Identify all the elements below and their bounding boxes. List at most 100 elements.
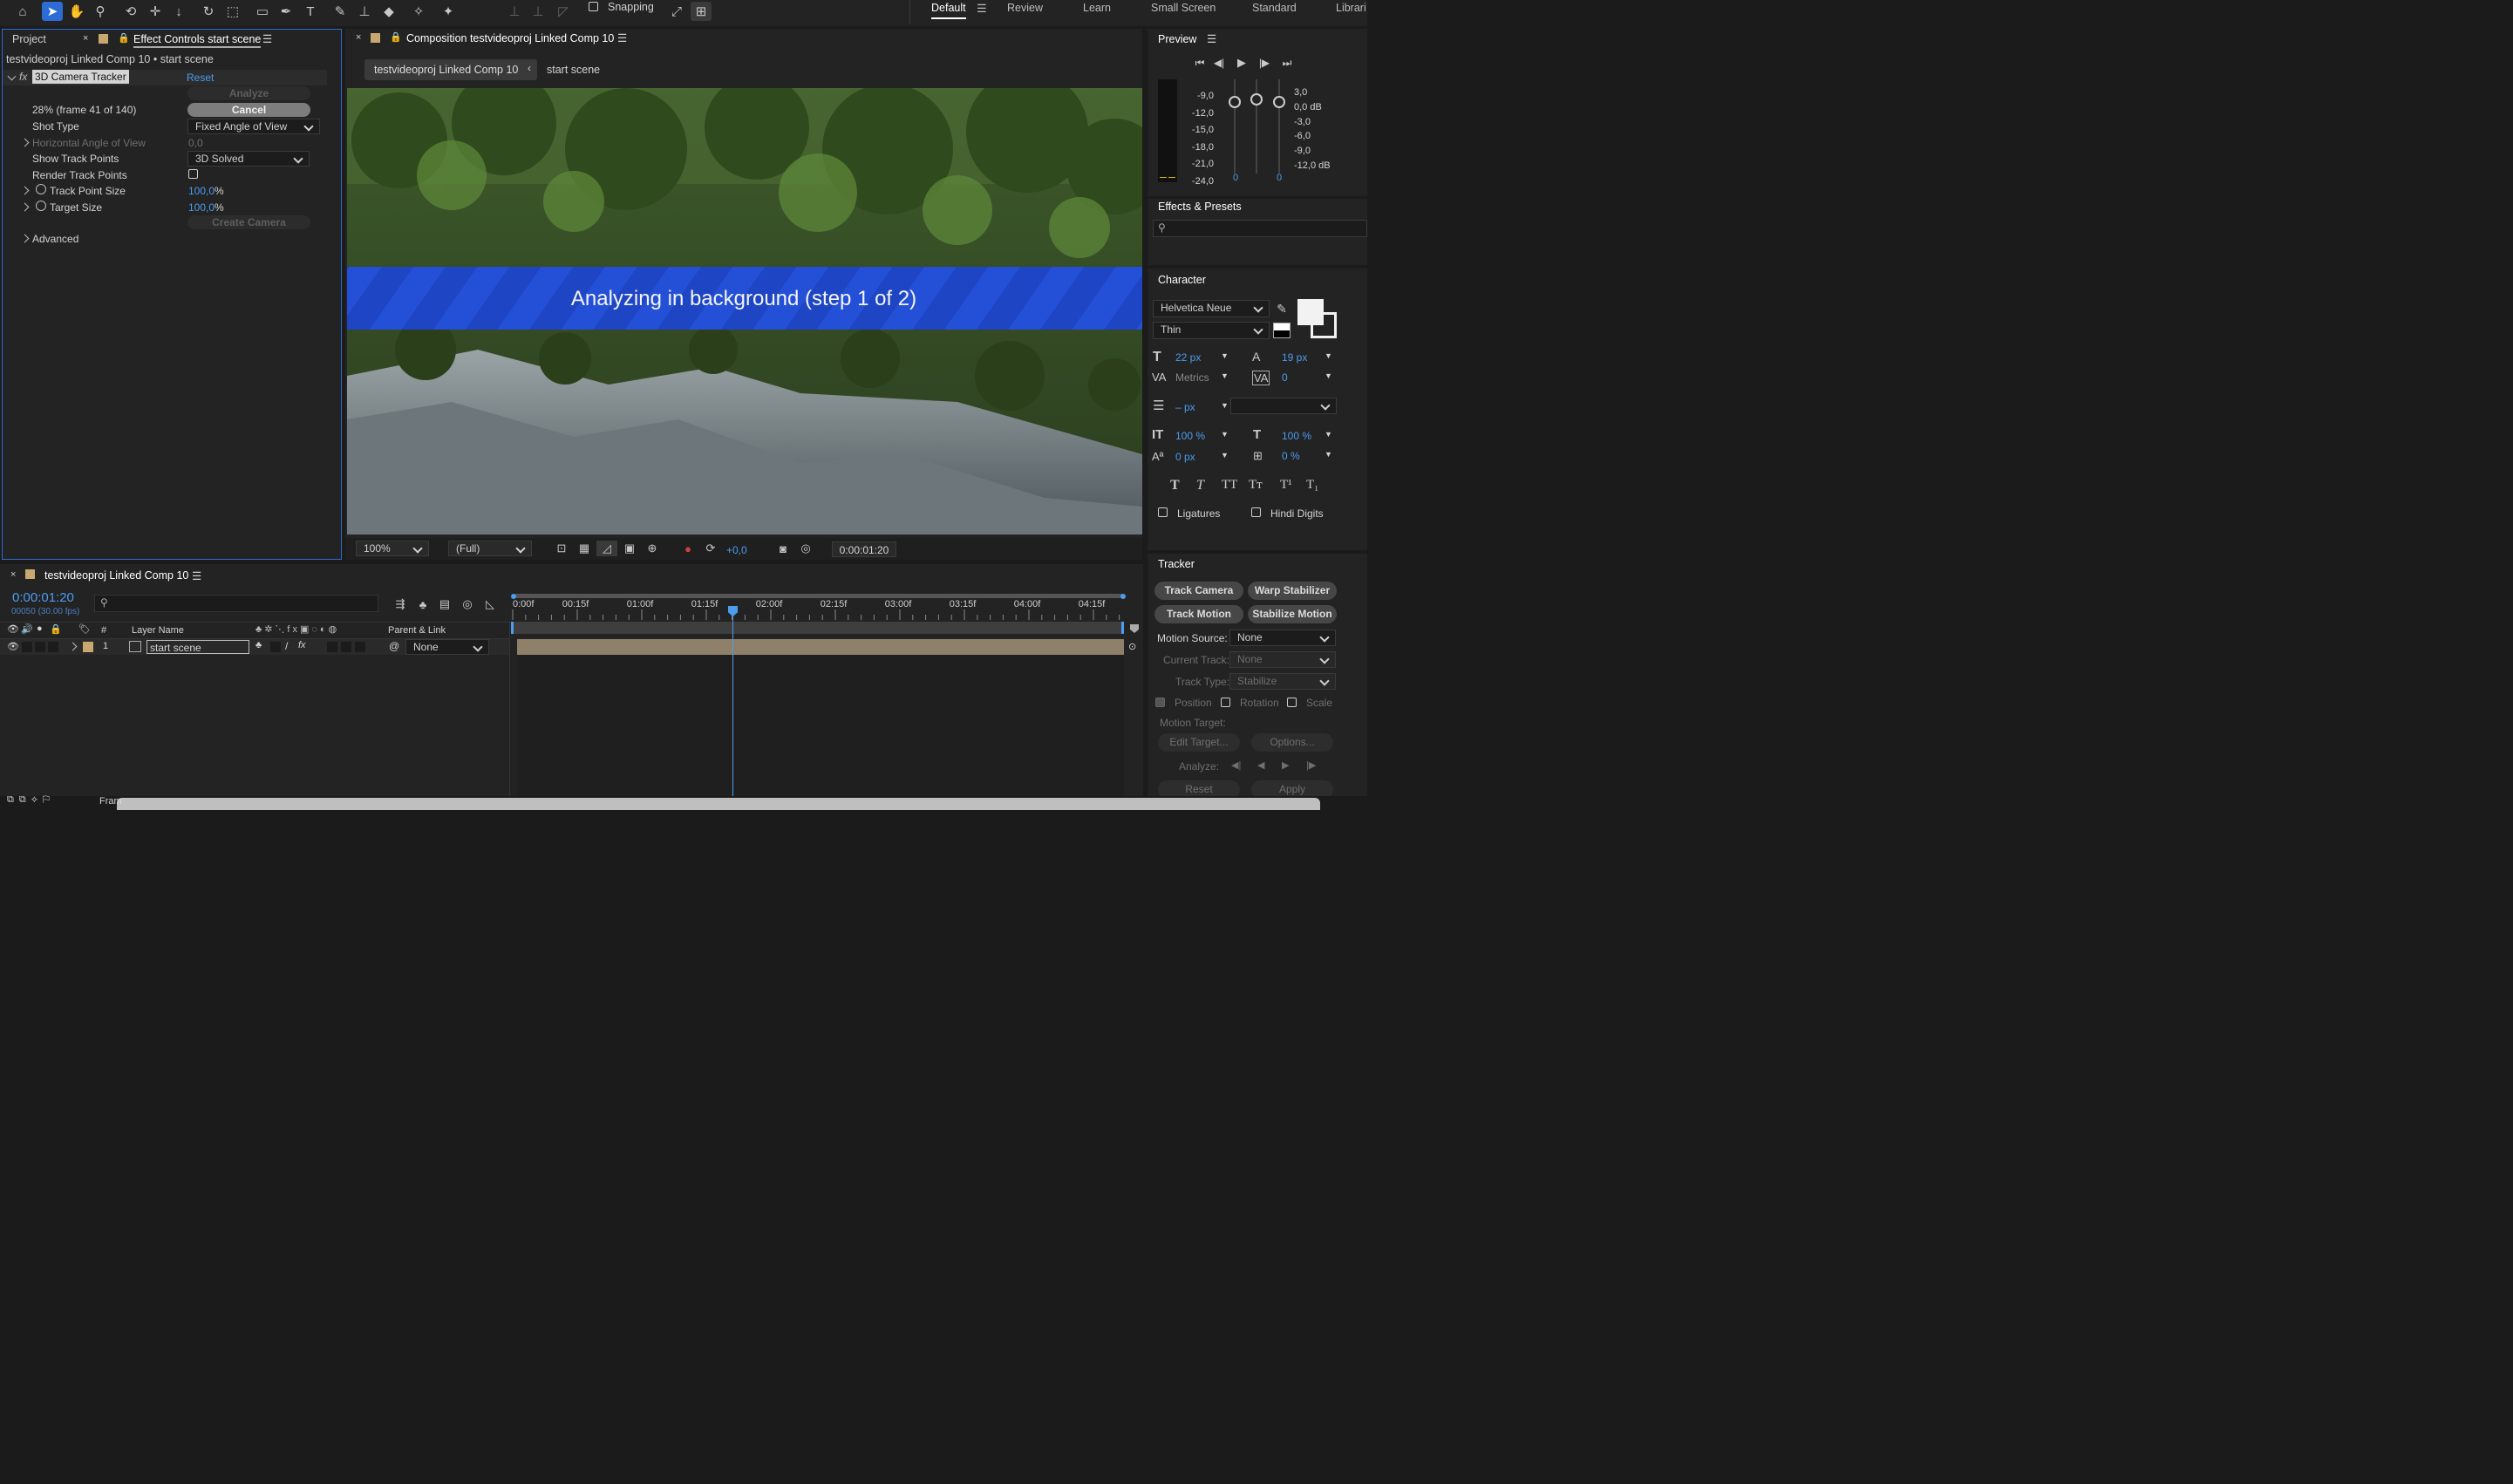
current-time-display[interactable]: 0:00:01:20 [832,541,896,557]
analyze-button[interactable]: Analyze [187,86,310,100]
expand-chevron-icon[interactable] [20,234,30,243]
layer-label-color[interactable] [83,642,93,652]
font-size-value[interactable]: 22 px [1175,351,1201,364]
lock-icon[interactable]: 🔒 [50,623,62,635]
cancel-button[interactable]: Cancel [187,103,310,117]
solo-toggle[interactable] [35,642,45,652]
workspace-review[interactable]: Review [1007,2,1043,14]
volume-knob[interactable] [1273,96,1285,108]
timeline-search-input[interactable]: ⚲ [94,595,378,612]
audio-icon[interactable]: 🔊 [21,623,33,635]
comp-mini-flowchart-icon[interactable]: ⇶ [390,595,411,614]
all-caps-icon[interactable]: TT [1222,478,1237,493]
rotation-checkbox[interactable] [1221,698,1230,707]
stopwatch-icon[interactable] [36,201,46,211]
first-frame-icon[interactable]: ⏮ [1189,53,1210,72]
type-tool-icon[interactable]: T [300,2,321,21]
create-camera-button[interactable]: Create Camera [187,215,310,229]
stroke-width-value[interactable]: – px [1175,401,1195,413]
timeline-timecode[interactable]: 0:00:01:20 [12,590,74,605]
shy-layers-icon[interactable]: ▤ [434,595,455,614]
puppet-pin-icon[interactable]: ✦ [438,2,459,21]
position-checkbox[interactable] [1155,698,1165,707]
snapping-checkbox[interactable] [589,2,598,11]
quality-switch[interactable] [270,642,281,652]
dropdown-arrow-icon[interactable]: ▼ [1325,371,1332,380]
horizontal-scale-value[interactable]: 100 % [1282,430,1311,442]
lock-icon[interactable]: 🔒 [118,32,130,44]
dropdown-arrow-icon[interactable]: ▼ [1325,450,1332,459]
home-icon[interactable]: ⌂ [12,2,33,21]
snapshot-icon[interactable]: ◙ [773,541,793,556]
dropdown-arrow-icon[interactable]: ▼ [1221,401,1229,410]
show-snapshot-icon[interactable]: ◎ [795,541,816,556]
analyze-forward-icon[interactable]: |▶ [1306,759,1316,771]
label-icon[interactable]: 🏷 [78,623,91,635]
rectangle-tool-icon[interactable]: ▭ [252,2,273,21]
column-parent[interactable]: Parent & Link [388,625,446,636]
last-frame-icon[interactable]: ⏭ [1277,53,1297,72]
fast-preview-icon[interactable]: ⊡ [551,541,572,556]
effect-switch-icon[interactable]: fx [298,640,306,650]
expand-chevron-icon[interactable] [20,202,30,212]
workspace-small-screen[interactable]: Small Screen [1151,2,1216,14]
pan-tool-icon[interactable]: ✛ [145,2,166,21]
selection-tool-icon[interactable]: ➤ [42,2,63,21]
frame-blend-switch[interactable] [327,642,337,652]
rotate-tool-icon[interactable]: ↻ [198,2,219,21]
subscript-icon[interactable]: T₁ [1306,478,1318,493]
quality-slash-icon[interactable]: / [285,640,288,652]
stabilize-motion-button[interactable]: Stabilize Motion [1248,605,1337,623]
dropdown-arrow-icon[interactable]: ▼ [1325,430,1332,439]
play-icon[interactable]: ▶ [1231,53,1252,72]
shot-type-dropdown[interactable]: Fixed Angle of View [187,119,320,134]
column-layer-name[interactable]: Layer Name [132,625,184,636]
workspace-menu-icon[interactable]: ☰ [977,2,987,16]
mask-visibility-icon[interactable]: ◿ [596,541,617,556]
collapse-chevron-icon[interactable] [7,71,17,81]
tab-project[interactable]: Project [12,33,46,45]
analyze-backward-icon[interactable]: ◀| [1231,759,1241,771]
scale-checkbox[interactable] [1287,698,1297,707]
volume-knob[interactable] [1229,96,1241,108]
parent-dropdown[interactable]: None [405,639,489,655]
workspace-standard[interactable]: Standard [1252,2,1297,14]
brush-tool-icon[interactable]: ✎ [330,2,351,21]
pick-whip-icon[interactable]: @ [389,640,399,652]
analyze-next-icon[interactable]: ▶ [1282,759,1289,771]
vertical-scale-value[interactable]: 100 % [1175,430,1205,442]
eyedropper-icon[interactable]: ✎ [1271,299,1292,318]
layer-crumb[interactable]: start scene [547,64,600,76]
tps-value[interactable]: 100,0 [188,185,215,197]
previous-frame-icon[interactable]: ◀| [1209,53,1229,72]
motion-source-dropdown[interactable]: None [1229,630,1336,646]
pen-tool-icon[interactable]: ✒ [276,2,296,21]
reset-exposure-icon[interactable]: ⟳ [700,541,721,556]
fx-icon[interactable]: fx [19,71,27,83]
edit-target-button[interactable]: Edit Target... [1158,733,1240,752]
tab-effect-controls[interactable]: Effect Controls start scene [133,33,262,48]
motion-blur-switch[interactable] [341,642,351,652]
color-channels-icon[interactable]: ● [678,541,698,556]
dropdown-arrow-icon[interactable]: ▼ [1221,430,1229,439]
grid-guides-icon[interactable]: ⊕ [642,541,663,556]
faux-bold-icon[interactable]: T [1170,478,1180,494]
layer-duration-bar[interactable] [517,639,1124,655]
tsume-value[interactable]: 0 % [1282,450,1300,462]
leading-value[interactable]: 19 px [1282,351,1307,364]
resolution-dropdown[interactable]: (Full) [448,541,532,556]
orbit-tool-icon[interactable]: ⟲ [120,2,141,21]
track-area[interactable] [517,655,1124,796]
panel-menu-icon[interactable]: ☰ [192,569,201,582]
font-style-dropdown[interactable]: Thin [1153,322,1270,339]
analyze-prev-icon[interactable]: ◀ [1257,759,1264,771]
track-camera-button[interactable]: Track Camera [1154,582,1243,600]
axis-world-icon[interactable]: ⊥ [528,2,548,21]
expand-chevron-icon[interactable] [68,642,78,651]
layer-row[interactable]: 👁 1 start scene ♣ / fx @ None [0,639,510,655]
graph-editor-icon[interactable]: ◺ [480,595,501,614]
adjustment-switch[interactable] [355,642,365,652]
breadcrumb-active[interactable]: testvideoproj Linked Comp 10 ‹ [364,59,537,80]
collapse-switch-icon[interactable]: ♣ [255,640,262,650]
snap-options-icon[interactable]: ⤢ [666,2,687,21]
